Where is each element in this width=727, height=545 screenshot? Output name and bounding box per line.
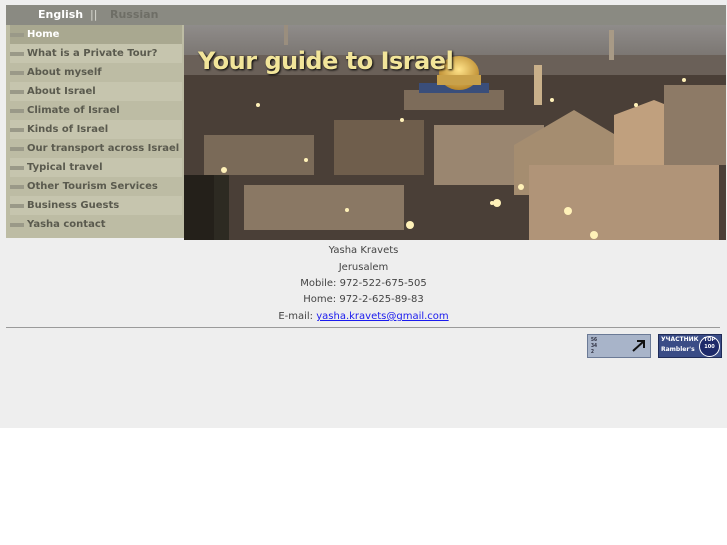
menu-bullet-icon [10,165,24,170]
menu-item-business-guests[interactable]: Business Guests [10,196,182,215]
arrow-icon [632,340,645,352]
menu-bullet-icon [10,184,24,189]
divider [6,327,720,328]
menu-bullet-icon [10,70,24,75]
rambler-badge-top-text: УЧАСТНИК [661,336,699,343]
menu-bullet-icon [10,108,24,113]
menu-bullet-icon [10,203,24,208]
language-separator: || [90,8,98,21]
menu-item-contact[interactable]: Yasha contact [10,215,182,234]
contact-email-prefix: E-mail: [278,311,317,322]
menu-item-about-myself[interactable]: About myself [10,63,182,82]
menu-bullet-icon [10,222,24,227]
menu-bullet-icon [10,89,24,94]
contact-name: Yasha Kravets [328,245,399,256]
menu-bullet-icon [10,127,24,132]
top100-circle-icon: TOP 100 [699,336,720,357]
menu-item-private-tour[interactable]: What is a Private Tour? [10,44,182,63]
language-english-link[interactable]: English [38,8,83,21]
menu-item-about-israel[interactable]: About Israel [10,82,182,101]
contact-city: Jerusalem [338,262,389,273]
menu-bullet-icon [10,32,24,37]
contact-email-line: E-mail: yasha.kravets@gmail.com [0,311,727,322]
menu-item-kinds[interactable]: Kinds of Israel [10,120,182,139]
sidebar-menu: Home What is a Private Tour? About mysel… [6,25,184,238]
menu-item-climate[interactable]: Climate of Israel [10,101,182,120]
menu-bullet-icon [10,146,24,151]
menu-item-transport[interactable]: Our transport across Israel [10,139,182,158]
liveinternet-counter-badge[interactable]: 56 34 2 [587,334,651,358]
hero-banner-image: Your guide to Israel [184,25,726,240]
language-bar: English || Russian [6,5,726,25]
language-russian-link[interactable]: Russian [110,8,158,21]
menu-item-typical-travel[interactable]: Typical travel [10,158,182,177]
contact-mobile: Mobile: 972-522-675-505 [300,278,427,289]
rambler-top100-badge[interactable]: УЧАСТНИК Rambler's TOP 100 [658,334,722,358]
counter-digits: 56 34 2 [591,337,598,355]
contact-home-phone: Home: 972-2-625-89-83 [303,294,424,305]
menu-bullet-icon [10,51,24,56]
contact-email-link[interactable]: yasha.kravets@gmail.com [316,311,448,322]
menu-item-other-services[interactable]: Other Tourism Services [10,177,182,196]
hero-title: Your guide to Israel [198,47,454,75]
rambler-badge-bottom-text: Rambler's [661,346,695,353]
menu-item-home[interactable]: Home [10,25,182,44]
